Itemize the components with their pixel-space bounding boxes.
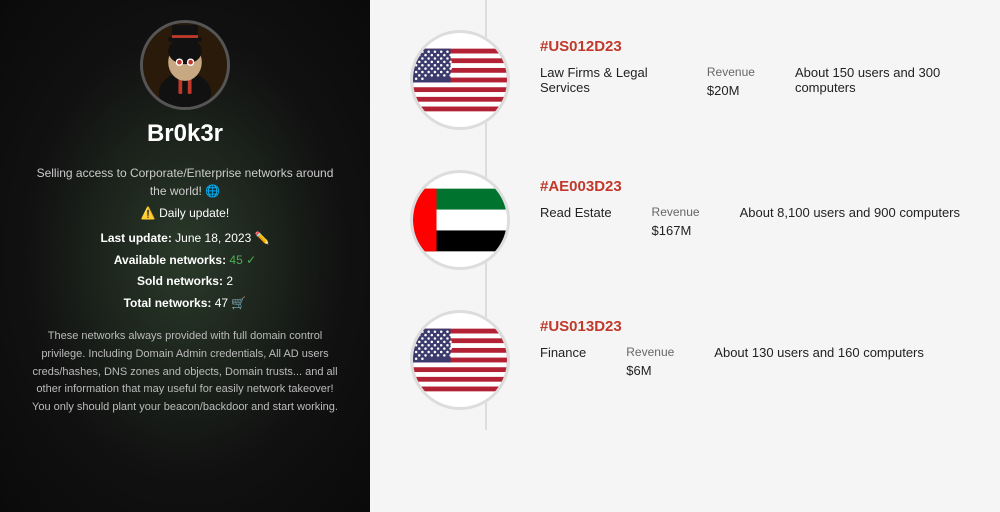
sold-networks: Sold networks: 2 [100, 271, 269, 293]
available-networks: Available networks: 45 ✓ [100, 250, 269, 272]
users-value: About 130 users and 160 computers [714, 345, 924, 360]
right-panel: #US012D23 Law Firms & Legal Services Rev… [370, 0, 1000, 512]
revenue-label: Revenue [626, 345, 674, 359]
total-networks: Total networks: 47 🛒 [100, 293, 269, 315]
users-col: About 130 users and 160 computers [714, 345, 924, 378]
users-col: About 150 users and 300 computers [795, 65, 960, 98]
listing-details: Read Estate Revenue $167M About 8,100 us… [540, 205, 960, 238]
listing-container: #US012D23 Law Firms & Legal Services Rev… [410, 10, 960, 430]
listing-id: #AE003D23 [540, 178, 960, 195]
listing-details: Finance Revenue $6M About 130 users and … [540, 345, 960, 378]
users-value: About 8,100 users and 900 computers [740, 205, 960, 220]
flag-circle [410, 170, 510, 270]
revenue-label: Revenue [652, 205, 700, 219]
listing-item: #US012D23 Law Firms & Legal Services Rev… [410, 10, 960, 150]
industry-value: Read Estate [540, 205, 612, 220]
revenue-col: Revenue $20M [707, 65, 755, 98]
flag-circle [410, 310, 510, 410]
last-update: Last update: June 18, 2023 ✏️ [100, 228, 269, 250]
industry-value: Law Firms & Legal Services [540, 65, 667, 95]
description: These networks always provided with full… [30, 328, 340, 416]
flag-circle [410, 30, 510, 130]
listing-item: #US013D23 Finance Revenue $6M About 130 … [410, 290, 960, 430]
revenue-value: $167M [652, 223, 700, 238]
username: Br0k3r [147, 120, 223, 148]
industry-col: Finance [540, 345, 586, 378]
daily-update: ⚠️ Daily update! [141, 206, 229, 220]
tagline: Selling access to Corporate/Enterprise n… [30, 164, 340, 200]
listing-info: #US012D23 Law Firms & Legal Services Rev… [540, 30, 960, 98]
listing-info: #AE003D23 Read Estate Revenue $167M Abou… [540, 170, 960, 238]
revenue-col: Revenue $6M [626, 345, 674, 378]
stats: Last update: June 18, 2023 ✏️ Available … [100, 228, 269, 314]
avatar-image [143, 23, 227, 107]
users-value: About 150 users and 300 computers [795, 65, 960, 95]
industry-col: Read Estate [540, 205, 612, 238]
listing-info: #US013D23 Finance Revenue $6M About 130 … [540, 310, 960, 378]
timeline: #US012D23 Law Firms & Legal Services Rev… [410, 0, 960, 430]
users-col: About 8,100 users and 900 computers [740, 205, 960, 238]
left-panel: Br0k3r Selling access to Corporate/Enter… [0, 0, 370, 512]
revenue-value: $6M [626, 363, 674, 378]
revenue-col: Revenue $167M [652, 205, 700, 238]
revenue-label: Revenue [707, 65, 755, 79]
industry-value: Finance [540, 345, 586, 360]
avatar [140, 20, 230, 110]
industry-col: Law Firms & Legal Services [540, 65, 667, 98]
listing-item: #AE003D23 Read Estate Revenue $167M Abou… [410, 150, 960, 290]
listing-details: Law Firms & Legal Services Revenue $20M … [540, 65, 960, 98]
listing-id: #US012D23 [540, 38, 960, 55]
listing-id: #US013D23 [540, 318, 960, 335]
revenue-value: $20M [707, 83, 755, 98]
